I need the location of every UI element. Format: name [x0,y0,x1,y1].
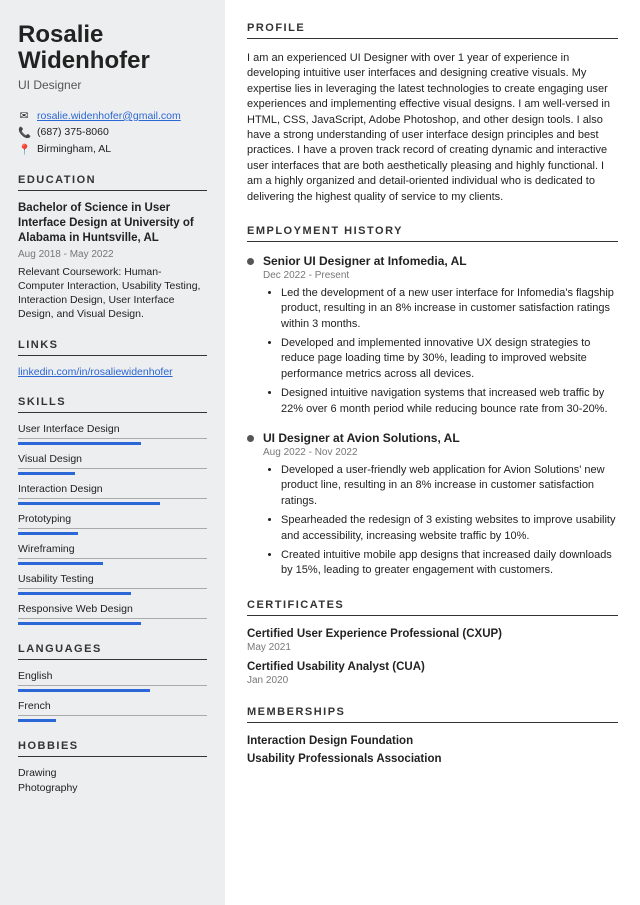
job-bullet: Led the development of a new user interf… [281,286,618,332]
skill-bar [18,472,207,475]
hobbies-list: Drawing Photography [18,767,207,794]
cert-title: Certified Usability Analyst (CUA) [247,661,618,673]
job-bullet: Designed intuitive navigation systems th… [281,386,618,417]
job-item: Senior UI Designer at Infomedia, AL Dec 2… [247,254,618,417]
certs-list: Certified User Experience Professional (… [247,628,618,686]
job-bullets: Developed a user-friendly web applicatio… [263,463,618,579]
job-bullet: Developed and implemented innovative UX … [281,336,618,382]
skill-item: User Interface Design [18,423,207,445]
education-degree: Bachelor of Science in User Interface De… [18,201,207,246]
job-bullet: Spearheaded the redesign of 3 existing w… [281,513,618,544]
links-heading: LINKS [18,339,207,356]
location-text: Birmingham, AL [37,143,111,155]
cert-date: May 2021 [247,642,618,653]
languages-heading: LANGUAGES [18,643,207,660]
skills-heading: SKILLS [18,396,207,413]
contact-location: 📍 Birmingham, AL [18,143,207,156]
language-bar [18,689,207,692]
language-item: English [18,670,207,692]
sidebar: Rosalie Widenhofer UI Designer ✉ rosalie… [0,0,225,905]
phone-icon: 📞 [18,126,30,139]
job-dates: Dec 2022 - Present [263,270,618,281]
links-block: linkedin.com/in/rosaliewidenhofer [18,366,207,378]
membership-item: Interaction Design Foundation [247,735,618,747]
contact-email: ✉ rosalie.widenhofer@gmail.com [18,110,207,122]
email-icon: ✉ [18,110,30,122]
job-title: UI Designer at Avion Solutions, AL [263,431,618,445]
membership-item: Usability Professionals Association [247,753,618,765]
job-item: UI Designer at Avion Solutions, AL Aug 20… [247,431,618,579]
linkedin-link[interactable]: linkedin.com/in/rosaliewidenhofer [18,366,173,378]
language-item: French [18,700,207,722]
skill-item: Interaction Design [18,483,207,505]
skill-bar [18,442,207,445]
skill-item: Prototyping [18,513,207,535]
phone-text: (687) 375-8060 [37,126,109,138]
skill-bar [18,622,207,625]
skill-item: Usability Testing [18,573,207,595]
job-bullets: Led the development of a new user interf… [263,286,618,417]
cert-item: Certified User Experience Professional (… [247,628,618,653]
hobbies-heading: HOBBIES [18,740,207,757]
skill-name: Usability Testing [18,573,207,589]
location-icon: 📍 [18,143,30,156]
email-link[interactable]: rosalie.widenhofer@gmail.com [37,110,181,122]
person-name: Rosalie Widenhofer [18,22,207,75]
contact-block: ✉ rosalie.widenhofer@gmail.com 📞 (687) 3… [18,110,207,156]
job-bullet: Developed a user-friendly web applicatio… [281,463,618,509]
certificates-heading: CERTIFICATES [247,599,618,616]
skill-item: Visual Design [18,453,207,475]
skill-name: Prototyping [18,513,207,529]
cert-item: Certified Usability Analyst (CUA) Jan 202… [247,661,618,686]
main-content: PROFILE I am an experienced UI Designer … [225,0,640,905]
skill-bar [18,502,207,505]
hobby-item: Photography [18,782,207,794]
memberships-heading: MEMBERSHIPS [247,706,618,723]
skill-bar [18,532,207,535]
language-name: English [18,670,207,686]
skill-bar [18,592,207,595]
education-desc: Relevant Coursework: Human-Computer Inte… [18,265,207,322]
contact-phone: 📞 (687) 375-8060 [18,126,207,139]
cert-date: Jan 2020 [247,675,618,686]
cert-title: Certified User Experience Professional (… [247,628,618,640]
skill-name: Responsive Web Design [18,603,207,619]
profile-text: I am an experienced UI Designer with ove… [247,51,618,205]
profile-heading: PROFILE [247,22,618,39]
language-name: French [18,700,207,716]
skill-name: Wireframing [18,543,207,559]
skill-item: Wireframing [18,543,207,565]
job-bullet: Created intuitive mobile app designs tha… [281,548,618,579]
job-title: Senior UI Designer at Infomedia, AL [263,254,618,268]
jobs-list: Senior UI Designer at Infomedia, AL Dec 2… [247,254,618,579]
employment-heading: EMPLOYMENT HISTORY [247,225,618,242]
members-list: Interaction Design Foundation Usability P… [247,735,618,765]
skill-bar [18,562,207,565]
education-block: Bachelor of Science in User Interface De… [18,201,207,322]
person-title: UI Designer [18,78,207,92]
job-dates: Aug 2022 - Nov 2022 [263,447,618,458]
skills-list: User Interface Design Visual Design Intera… [18,423,207,625]
skill-item: Responsive Web Design [18,603,207,625]
languages-list: English French [18,670,207,722]
skill-name: Visual Design [18,453,207,469]
skill-name: User Interface Design [18,423,207,439]
education-dates: Aug 2018 - May 2022 [18,249,207,260]
education-heading: EDUCATION [18,174,207,191]
skill-name: Interaction Design [18,483,207,499]
hobby-item: Drawing [18,767,207,779]
language-bar [18,719,207,722]
